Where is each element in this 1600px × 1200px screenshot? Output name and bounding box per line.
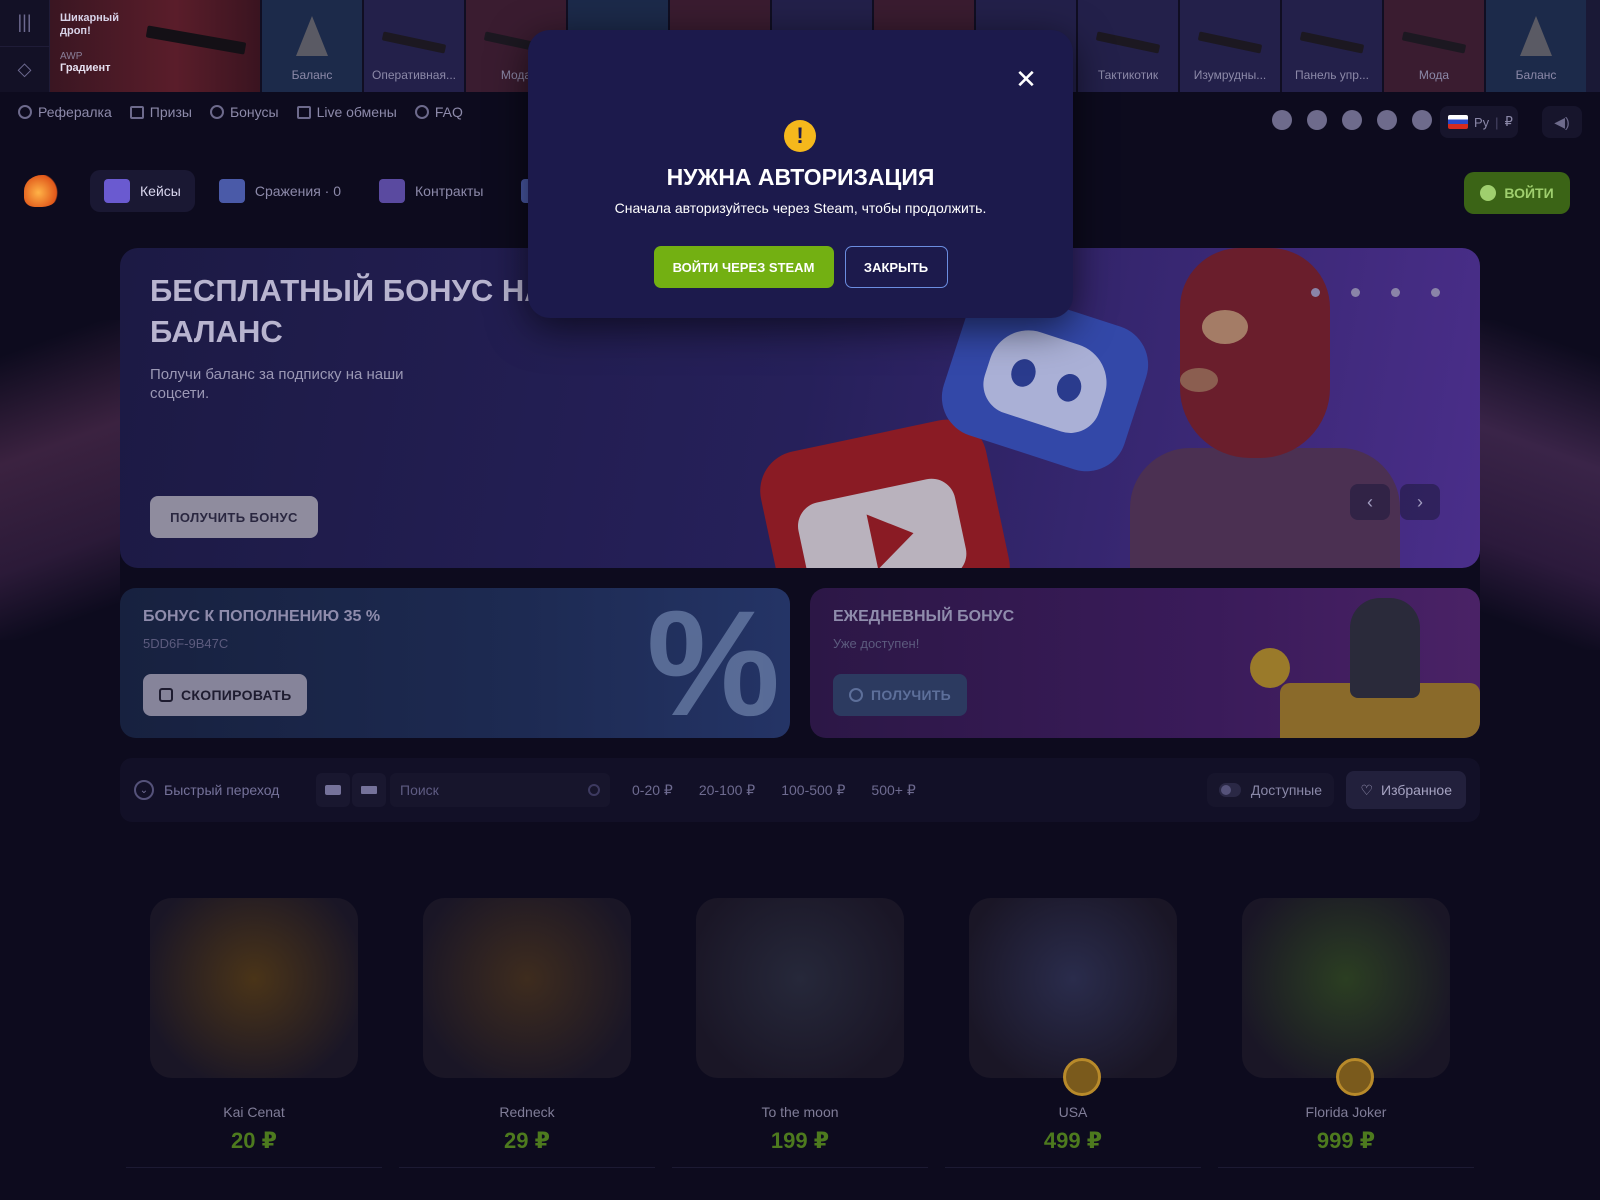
close-button[interactable]: ЗАКРЫТЬ [844, 246, 948, 288]
close-icon[interactable]: ✕ [1013, 66, 1039, 92]
auth-required-modal: ✕ ! НУЖНА АВТОРИЗАЦИЯ Сначала авторизуйт… [528, 30, 1073, 318]
modal-actions: ВОЙТИ ЧЕРЕЗ STEAM ЗАКРЫТЬ [528, 246, 1073, 288]
modal-title: НУЖНА АВТОРИЗАЦИЯ [666, 164, 935, 190]
steam-login-button[interactable]: ВОЙТИ ЧЕРЕЗ STEAM [653, 246, 834, 288]
modal-message: Сначала авторизуйтесь через Steam, чтобы… [614, 200, 987, 216]
warning-icon: ! [784, 120, 816, 152]
